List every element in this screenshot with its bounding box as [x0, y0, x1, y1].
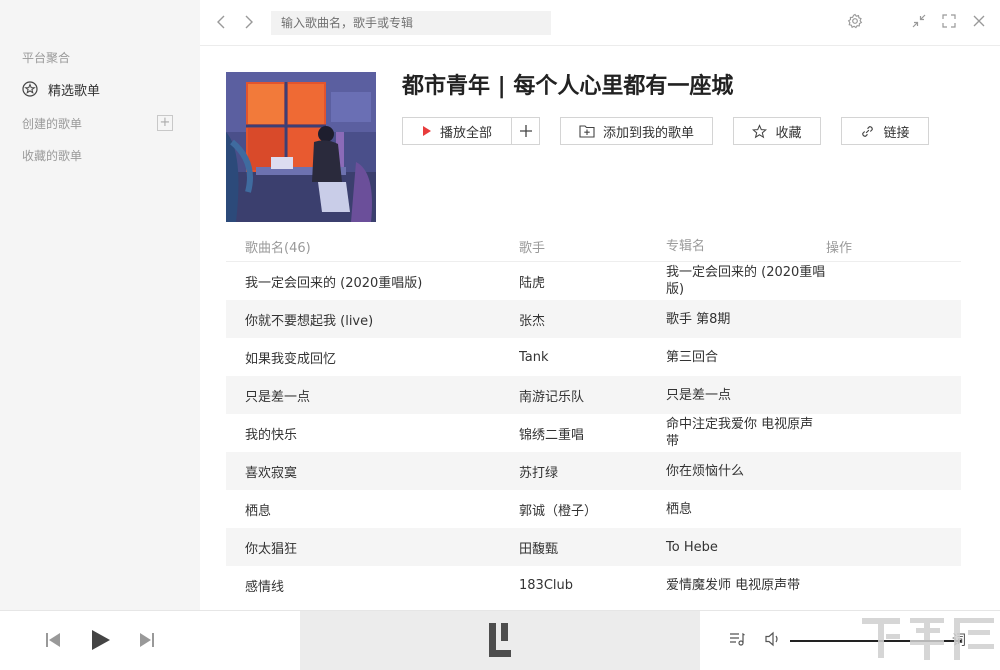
back-button[interactable]: [212, 13, 230, 31]
queue-icon: [730, 632, 745, 646]
table-row[interactable]: 如果我变成回忆 Tank 第三回合: [226, 338, 961, 376]
volume-slider[interactable]: [790, 640, 962, 642]
album-name[interactable]: 命中注定我爱你 电视原声带: [666, 416, 826, 450]
app-logo-icon: [489, 623, 511, 657]
mini-mode-button[interactable]: [910, 12, 928, 30]
player-bar: 词: [0, 610, 1000, 670]
song-name: 我一定会回来的 (2020重唱版): [245, 275, 423, 291]
folder-add-icon: [579, 125, 595, 138]
song-name: 你就不要想起我 (live): [245, 313, 374, 329]
song-name: 只是差一点: [245, 389, 311, 405]
header-album: 专辑名: [666, 239, 706, 254]
settings-button[interactable]: [846, 12, 864, 30]
table-row[interactable]: 你太猖狂 田馥甄 To Hebe: [226, 528, 961, 566]
volume-icon: [765, 631, 778, 647]
add-playlist-button[interactable]: +: [157, 115, 173, 131]
album-name[interactable]: 栖息: [666, 501, 826, 518]
previous-button[interactable]: [44, 631, 62, 649]
top-bar: [200, 0, 1000, 46]
artist-name[interactable]: Tank: [519, 350, 666, 365]
song-name: 感情线: [245, 579, 285, 595]
artist-name[interactable]: 183Club: [519, 578, 666, 593]
header-song: 歌曲名(46): [245, 241, 311, 256]
album-name[interactable]: 爱情魔发师 电视原声带: [666, 577, 826, 594]
lyric-button[interactable]: 词: [952, 630, 970, 650]
song-name: 如果我变成回忆: [245, 351, 337, 367]
add-to-queue-button[interactable]: [512, 117, 540, 145]
artist-name[interactable]: 陆虎: [519, 272, 666, 291]
album-name[interactable]: 第三回合: [666, 349, 826, 366]
playlist-queue-button[interactable]: [729, 631, 745, 647]
volume-button[interactable]: [765, 631, 783, 647]
artist-name[interactable]: 张杰: [519, 310, 666, 329]
playlist-cover-image: [226, 72, 376, 222]
forward-button[interactable]: [240, 13, 258, 31]
album-name[interactable]: 我一定会回来的 (2020重唱版): [666, 264, 826, 298]
album-name[interactable]: To Hebe: [666, 539, 826, 556]
song-table: 歌曲名(46) 歌手 专辑名 操作 我一定会回来的 (2020重唱版) 陆虎 我…: [226, 232, 961, 604]
next-button[interactable]: [138, 631, 156, 649]
header-artist: 歌手: [519, 241, 546, 256]
table-row[interactable]: 喜欢寂寞 苏打绿 你在烦恼什么: [226, 452, 961, 490]
table-header: 歌曲名(46) 歌手 专辑名 操作: [226, 232, 961, 262]
search-input[interactable]: [271, 11, 551, 35]
album-name[interactable]: 只是差一点: [666, 387, 826, 404]
add-to-my-playlist-label: 添加到我的歌单: [602, 125, 694, 141]
fullscreen-button[interactable]: [940, 12, 958, 30]
play-icon: [422, 126, 431, 136]
album-name[interactable]: 歌手 第8期: [666, 311, 826, 328]
collect-label: 收藏: [775, 125, 802, 141]
table-row[interactable]: 我一定会回来的 (2020重唱版) 陆虎 我一定会回来的 (2020重唱版): [226, 262, 961, 300]
table-row[interactable]: 我的快乐 锦绣二重唱 命中注定我爱你 电视原声带: [226, 414, 961, 452]
play-icon: [92, 630, 110, 650]
sidebar-item-featured[interactable]: 精选歌单: [22, 78, 100, 100]
song-name: 喜欢寂寞: [245, 465, 298, 481]
link-icon: [862, 125, 874, 137]
artist-name[interactable]: 田馥甄: [519, 538, 666, 557]
song-name: 栖息: [245, 503, 272, 519]
artist-name[interactable]: 南游记乐队: [519, 386, 666, 405]
sidebar-section-created: 创建的歌单: [22, 117, 83, 131]
play-all-button[interactable]: 播放全部: [402, 117, 512, 145]
sidebar: 平台聚合 精选歌单 创建的歌单 + 收藏的歌单: [0, 0, 200, 610]
link-button[interactable]: 链接: [841, 117, 929, 145]
album-name[interactable]: 你在烦恼什么: [666, 463, 826, 480]
star-circle-icon: [22, 81, 38, 97]
song-name: 你太猖狂: [245, 541, 298, 557]
fullscreen-icon: [942, 14, 956, 28]
main-content: 都市青年 | 每个人心里都有一座城 播放全部 添加到我的歌单 收藏 链接 歌曲名…: [200, 46, 1000, 610]
table-row[interactable]: 感情线 183Club 爱情魔发师 电视原声带: [226, 566, 961, 604]
gear-icon: [847, 13, 863, 29]
collect-button[interactable]: 收藏: [733, 117, 821, 145]
skip-previous-icon: [46, 633, 60, 647]
song-name: 我的快乐: [245, 427, 298, 443]
close-icon: [973, 15, 985, 27]
header-action: 操作: [826, 241, 853, 256]
skip-next-icon: [140, 633, 154, 647]
artist-name[interactable]: 苏打绿: [519, 462, 666, 481]
chevron-right-icon: [245, 15, 253, 29]
add-to-my-playlist-button[interactable]: 添加到我的歌单: [560, 117, 713, 145]
music-app-window: 平台聚合 精选歌单 创建的歌单 + 收藏的歌单 输入歌曲名，歌手或专辑 都市青年…: [0, 0, 1000, 670]
table-row[interactable]: 栖息 郭诚（橙子） 栖息: [226, 490, 961, 528]
play-button[interactable]: [88, 628, 112, 652]
collapse-icon: [912, 14, 926, 28]
table-row[interactable]: 你就不要想起我 (live) 张杰 歌手 第8期: [226, 300, 961, 338]
star-icon: [752, 123, 768, 138]
sidebar-section-collected: 收藏的歌单: [22, 149, 83, 163]
artist-name[interactable]: 锦绣二重唱: [519, 424, 666, 443]
chevron-left-icon: [217, 15, 225, 29]
artist-name[interactable]: 郭诚（橙子）: [519, 500, 666, 519]
plus-icon: [519, 125, 532, 137]
close-button[interactable]: [970, 12, 988, 30]
play-all-label: 播放全部: [439, 125, 492, 141]
sidebar-section-platform: 平台聚合: [22, 51, 71, 65]
playlist-title: 都市青年 | 每个人心里都有一座城: [402, 74, 734, 99]
now-playing-panel: [300, 611, 700, 670]
sidebar-item-label: 精选歌单: [48, 83, 101, 99]
link-label: 链接: [883, 125, 910, 141]
table-row[interactable]: 只是差一点 南游记乐队 只是差一点: [226, 376, 961, 414]
